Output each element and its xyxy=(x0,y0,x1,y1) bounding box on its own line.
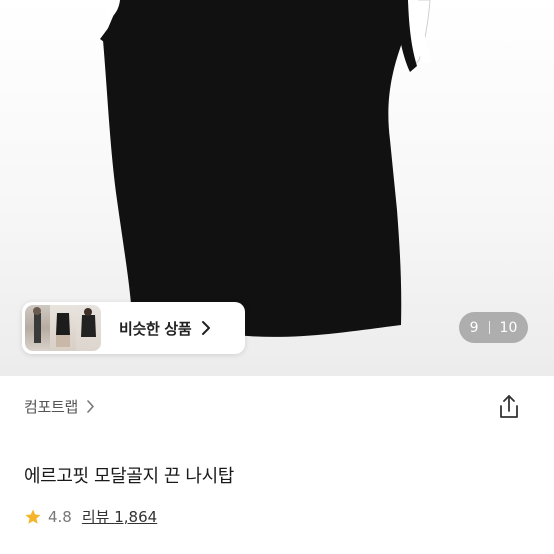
similar-thumbnail xyxy=(50,305,76,351)
pager-current: 9 xyxy=(469,319,479,336)
share-icon[interactable] xyxy=(494,392,524,422)
brand-name: 컴포트랩 xyxy=(24,398,79,416)
review-count: 1,864 xyxy=(114,508,158,526)
chevron-right-icon xyxy=(87,400,94,413)
pager-total: 10 xyxy=(499,319,518,336)
star-icon xyxy=(25,509,41,524)
brand-row: 컴포트랩 xyxy=(0,376,554,440)
similar-products-button[interactable]: 비슷한 상품 xyxy=(22,302,245,354)
product-title: 에르고핏 모달골지 끈 나시탑 xyxy=(24,466,234,487)
brand-link[interactable]: 컴포트랩 xyxy=(24,396,95,417)
rating-value: 4.8 xyxy=(48,507,72,526)
product-image-area[interactable]: 비슷한 상품 9 10 xyxy=(0,0,554,376)
similar-products-label: 비슷한 상품 xyxy=(119,319,192,338)
similar-thumbnail xyxy=(25,305,50,351)
rating-row: 4.8 리뷰 1,864 xyxy=(24,506,157,527)
review-link[interactable]: 리뷰 1,864 xyxy=(82,506,157,527)
review-label: 리뷰 xyxy=(81,508,110,526)
pager-divider xyxy=(488,321,490,334)
similar-thumbnails xyxy=(25,305,101,351)
similar-thumbnail xyxy=(76,305,101,351)
image-pager: 9 10 xyxy=(459,312,528,343)
chevron-right-icon xyxy=(202,321,211,335)
